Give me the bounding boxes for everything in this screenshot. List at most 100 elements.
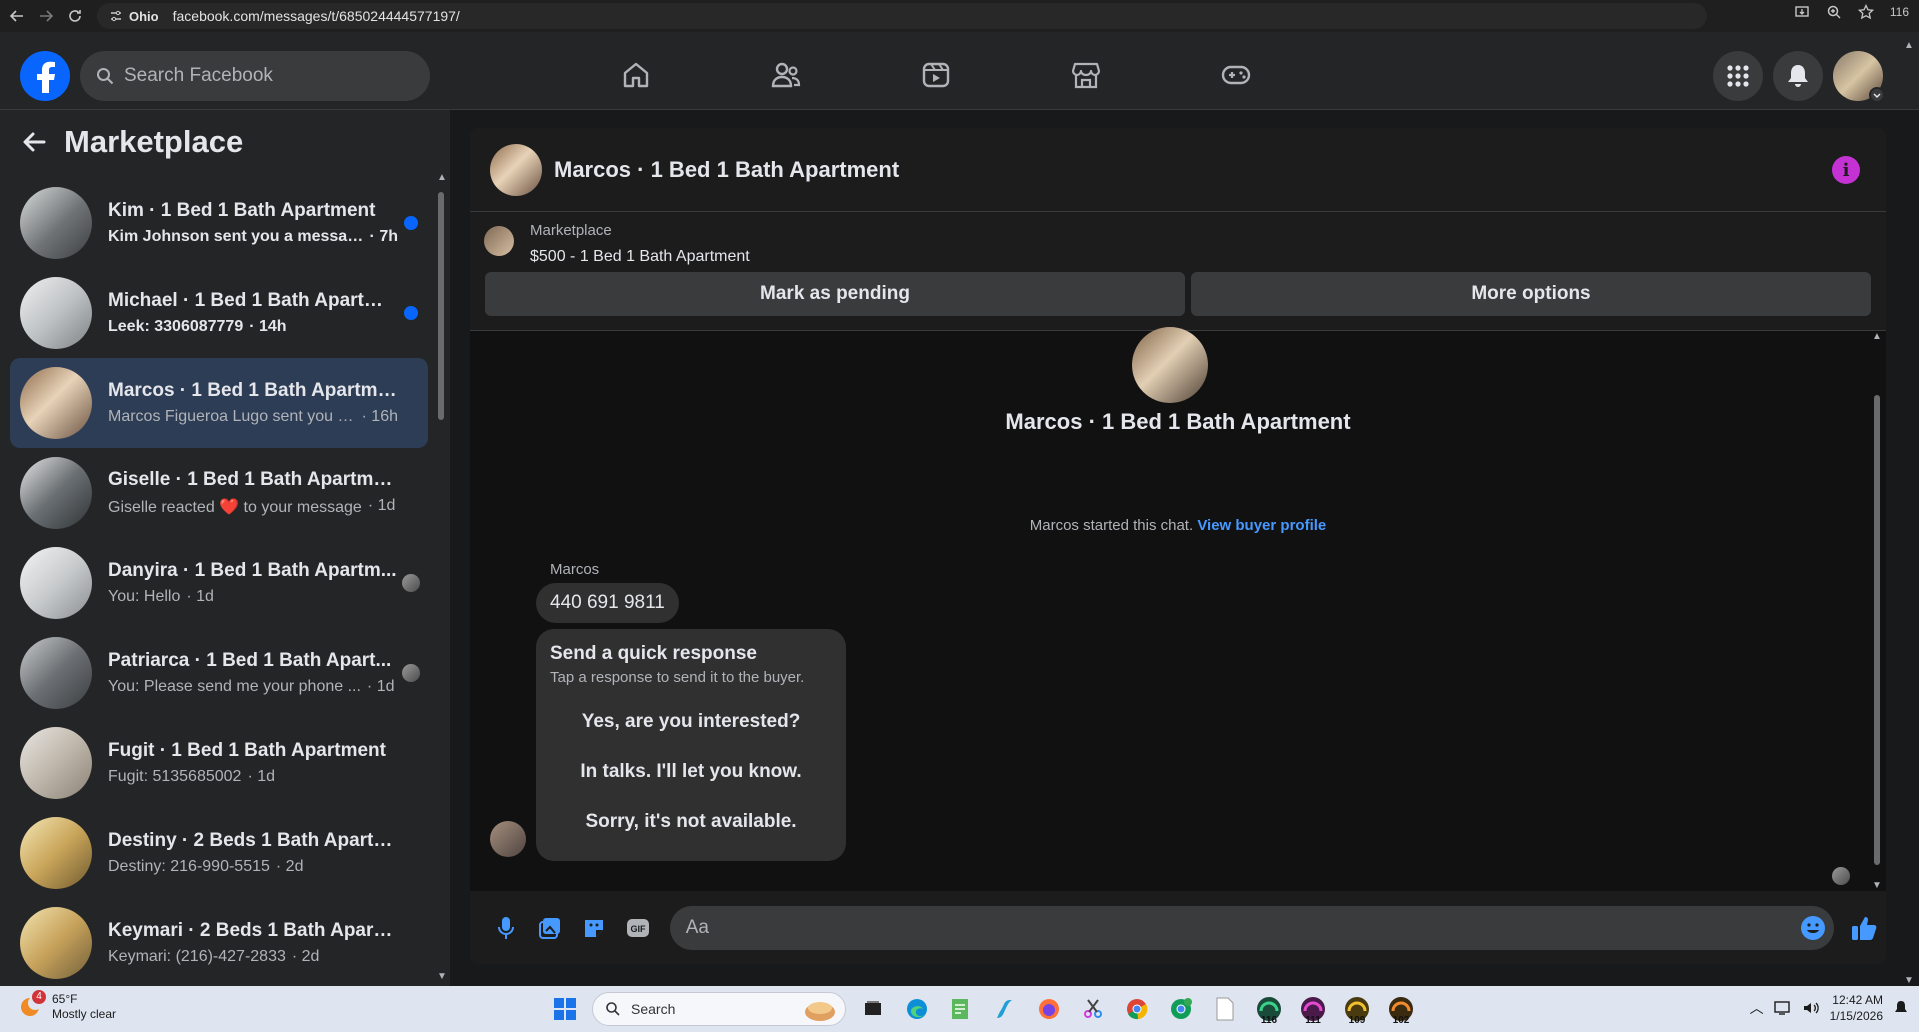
sender-name: Marcos xyxy=(550,561,600,578)
back-button[interactable] xyxy=(5,4,29,28)
notifications-button[interactable] xyxy=(1773,51,1823,101)
bookmark-star-icon[interactable] xyxy=(1857,4,1874,20)
info-icon[interactable]: i xyxy=(1832,156,1860,184)
weather-widget[interactable]: 4 65°F Mostly clear xyxy=(18,990,116,1022)
voice-clip-button[interactable] xyxy=(484,906,528,950)
nav-friends[interactable] xyxy=(765,54,807,96)
start-button[interactable] xyxy=(548,992,582,1026)
reload-button[interactable] xyxy=(63,4,87,28)
conversation-item[interactable]: Danyira · 1 Bed 1 Bath Apartm... You: Hel… xyxy=(10,538,428,628)
facebook-header: Search Facebook xyxy=(0,32,1919,110)
chrome-app[interactable] xyxy=(1120,992,1154,1026)
conversation-avatar[interactable] xyxy=(490,143,542,196)
quick-response-option[interactable]: In talks. I'll let you know. xyxy=(536,761,846,783)
tray-app-2[interactable]: 111 xyxy=(1296,992,1330,1026)
view-buyer-profile-link[interactable]: View buyer profile xyxy=(1197,517,1326,534)
page-scrollbar[interactable]: ▲ ▼ xyxy=(1903,40,1914,986)
emoji-icon[interactable] xyxy=(1800,915,1826,941)
conversation-title[interactable]: Marcos · 1 Bed 1 Bath Apartment xyxy=(554,157,899,183)
quick-response-option[interactable]: Sorry, it's not available. xyxy=(536,811,846,833)
sidebar-scrollbar[interactable]: ▲ ▼ xyxy=(436,172,447,982)
gif-button[interactable]: GIF xyxy=(616,906,660,950)
conversation-time: · 2d xyxy=(291,948,320,965)
thread-scrollbar[interactable]: ▲ ▼ xyxy=(1870,331,1884,891)
menu-button[interactable] xyxy=(1713,51,1763,101)
message-thread: Marcos · 1 Bed 1 Bath Apartment Marcos s… xyxy=(470,327,1886,891)
tray-app-3[interactable]: 109 xyxy=(1340,992,1374,1026)
tray-app-4[interactable]: 102 xyxy=(1384,992,1418,1026)
conversation-time: · 1d xyxy=(186,588,214,605)
scroll-down-arrow-icon[interactable]: ▼ xyxy=(437,971,447,982)
edge-app[interactable] xyxy=(900,992,934,1026)
conversation-item[interactable]: Michael · 1 Bed 1 Bath Apartme... Leek: 3… xyxy=(10,268,428,358)
facebook-logo-icon[interactable] xyxy=(20,51,70,101)
profile-avatar[interactable] xyxy=(1833,51,1885,103)
conversation-item[interactable]: Keymari · 2 Beds 1 Bath Apartment Keymari… xyxy=(10,898,428,988)
send-like-button[interactable] xyxy=(1842,906,1886,950)
image-icon xyxy=(538,917,560,939)
taskbar-search-label: Search xyxy=(631,1001,676,1017)
address-bar[interactable]: Ohio facebook.com/messages/t/68502444457… xyxy=(97,3,1707,29)
chrome-profile-app[interactable] xyxy=(1164,992,1198,1026)
conversation-item[interactable]: Patriarca · 1 Bed 1 Bath Apart... You: Pl… xyxy=(10,628,428,718)
scroll-up-arrow-icon[interactable]: ▲ xyxy=(437,172,447,183)
forward-button[interactable] xyxy=(34,4,58,28)
snipping-app[interactable] xyxy=(1076,992,1110,1026)
nav-home[interactable] xyxy=(615,54,657,96)
extension-badge[interactable]: 116 xyxy=(1890,5,1909,19)
conversation-item[interactable]: Fugit · 1 Bed 1 Bath Apartment Fugit: 513… xyxy=(10,718,428,808)
thumbs-up-icon xyxy=(1852,916,1877,940)
conversation-item[interactable]: Marcos · 1 Bed 1 Bath Apartment Marcos Fi… xyxy=(10,358,428,448)
conversation-item[interactable]: Giselle · 1 Bed 1 Bath Apartment Giselle … xyxy=(10,448,428,538)
zoom-icon[interactable] xyxy=(1826,4,1842,20)
firefox-icon xyxy=(1039,999,1059,1019)
nav-marketplace[interactable] xyxy=(1065,54,1107,96)
conversation-item[interactable]: Kim · 1 Bed 1 Bath Apartment Kim Johnson … xyxy=(10,178,428,268)
listing-summary[interactable]: Marketplace $500 - 1 Bed 1 Bath Apartmen… xyxy=(470,212,1886,274)
firefox-app[interactable] xyxy=(1032,992,1066,1026)
task-view-button[interactable] xyxy=(856,992,890,1026)
back-arrow-icon[interactable] xyxy=(22,131,46,153)
site-settings-icon[interactable] xyxy=(109,9,123,23)
document-icon xyxy=(1216,997,1234,1021)
url-text[interactable]: facebook.com/messages/t/685024444577197/ xyxy=(173,8,460,24)
scroll-up-arrow-icon[interactable]: ▲ xyxy=(1904,40,1914,51)
conversation-snippet-row: Kim Johnson sent you a messag... · 7h xyxy=(108,228,398,246)
tray-app-1[interactable]: 116 xyxy=(1252,992,1286,1026)
chevron-up-icon[interactable]: ︿ xyxy=(1750,998,1764,1018)
volume-icon[interactable] xyxy=(1802,1000,1820,1016)
sticker-button[interactable] xyxy=(572,906,616,950)
conversation-name: Michael · 1 Bed 1 Bath Apartme... xyxy=(108,290,398,311)
conversation-snippet: Kim Johnson sent you a messag... xyxy=(108,228,364,245)
sidebar-scroll-thumb[interactable] xyxy=(438,192,444,420)
search-facebook-input[interactable]: Search Facebook xyxy=(80,51,430,101)
more-options-button[interactable]: More options xyxy=(1191,272,1871,316)
taskbar-search[interactable]: Search xyxy=(592,992,846,1026)
scroll-down-arrow-icon[interactable]: ▼ xyxy=(1872,880,1882,891)
sidebar-header: Marketplace xyxy=(22,124,243,160)
attach-media-button[interactable] xyxy=(528,906,572,950)
conversation-item[interactable]: Destiny · 2 Beds 1 Bath Apartment Destiny… xyxy=(10,808,428,898)
site-chip[interactable]: Ohio xyxy=(129,9,159,24)
clock[interactable]: 12:42 AM 1/15/2026 xyxy=(1830,992,1883,1024)
scroll-up-arrow-icon[interactable]: ▲ xyxy=(1872,331,1882,342)
taskbar-apps: Search 116 111 109 102 xyxy=(548,992,1418,1026)
network-icon[interactable] xyxy=(1773,1000,1792,1016)
conversation-time: · 2d xyxy=(275,858,304,875)
conversation-name: Fugit · 1 Bed 1 Bath Apartment xyxy=(108,740,386,761)
notification-bell-icon[interactable] xyxy=(1893,1000,1909,1016)
message-bubble[interactable]: 440 691 9811 xyxy=(536,583,679,623)
nav-watch[interactable] xyxy=(915,54,957,96)
quick-response-option[interactable]: Yes, are you interested? xyxy=(536,711,846,733)
app-s[interactable] xyxy=(988,992,1022,1026)
file-app[interactable] xyxy=(1208,992,1242,1026)
conversation-snippet-row: Giselle reacted ❤️ to your message · 1d xyxy=(108,497,398,517)
message-input[interactable]: Aa xyxy=(669,905,1835,950)
conversation-snippet: Fugit: 5135685002 xyxy=(108,768,242,785)
thread-scroll-thumb[interactable] xyxy=(1874,395,1880,865)
nav-gaming[interactable] xyxy=(1215,54,1257,96)
notepad-app[interactable] xyxy=(944,992,978,1026)
mark-as-pending-button[interactable]: Mark as pending xyxy=(485,272,1185,316)
scroll-down-arrow-icon[interactable]: ▼ xyxy=(1904,975,1914,986)
install-app-icon[interactable] xyxy=(1794,4,1810,20)
